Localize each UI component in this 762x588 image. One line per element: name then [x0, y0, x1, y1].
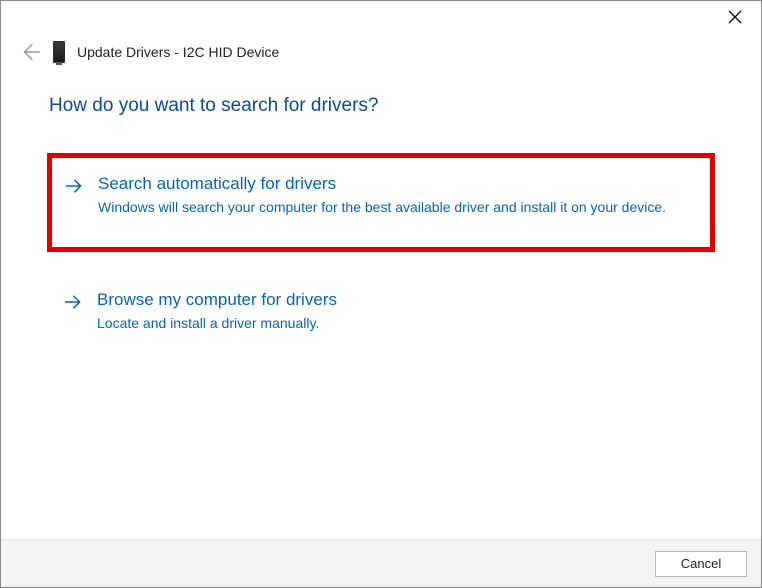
footer: Cancel: [1, 539, 761, 587]
arrow-right-icon: [64, 174, 84, 217]
option-body: Browse my computer for drivers Locate an…: [97, 290, 693, 333]
option-body: Search automatically for drivers Windows…: [98, 174, 692, 217]
arrow-right-icon: [63, 290, 83, 333]
option-title: Browse my computer for drivers: [97, 290, 693, 310]
option-search-automatically[interactable]: Search automatically for drivers Windows…: [49, 155, 713, 250]
device-icon: [53, 41, 65, 63]
option-browse-computer[interactable]: Browse my computer for drivers Locate an…: [49, 286, 713, 337]
option-description: Locate and install a driver manually.: [97, 314, 693, 333]
page-heading: How do you want to search for drivers?: [49, 95, 713, 117]
option-description: Windows will search your computer for th…: [98, 198, 692, 217]
titlebar: [1, 1, 761, 35]
cancel-button[interactable]: Cancel: [655, 551, 747, 577]
close-icon[interactable]: [727, 9, 745, 27]
header-row: Update Drivers - I2C HID Device: [1, 41, 761, 75]
window-title: Update Drivers - I2C HID Device: [77, 44, 279, 60]
content-area: How do you want to search for drivers? S…: [1, 75, 761, 337]
option-title: Search automatically for drivers: [98, 174, 692, 194]
back-arrow-icon[interactable]: [19, 41, 41, 63]
